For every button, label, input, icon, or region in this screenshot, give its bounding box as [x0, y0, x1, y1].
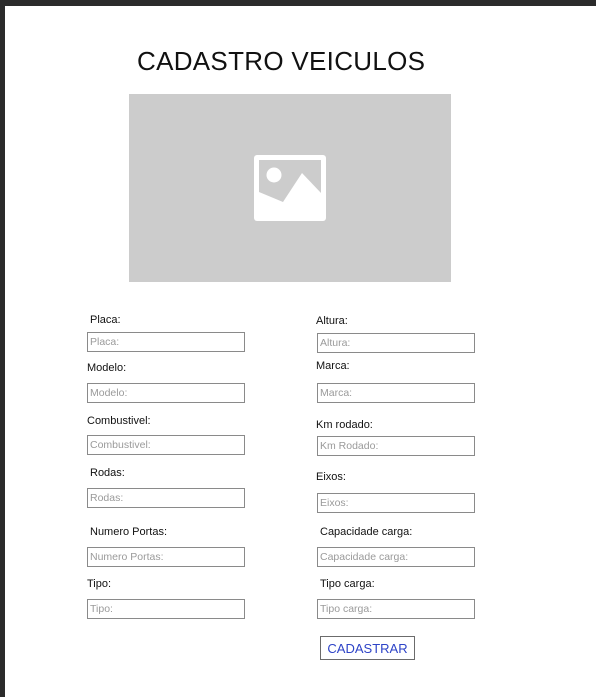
rodas-input[interactable] — [87, 488, 245, 508]
numero-portas-label: Numero Portas: — [90, 526, 168, 538]
page-title: CADASTRO VEICULOS — [137, 46, 426, 76]
capacidade-carga-input[interactable] — [317, 547, 475, 567]
placa-label: Placa: — [90, 314, 121, 326]
numero-portas-input[interactable] — [87, 547, 245, 567]
tipo-carga-input[interactable] — [317, 599, 475, 619]
combustivel-input[interactable] — [87, 435, 245, 455]
km-rodado-input[interactable] — [317, 436, 475, 456]
km-rodado-label: Km rodado: — [316, 419, 373, 431]
marca-label: Marca: — [316, 360, 350, 372]
tipo-input[interactable] — [87, 599, 245, 619]
eixos-input[interactable] — [317, 493, 475, 513]
cadastrar-button[interactable]: CADASTRAR — [320, 636, 415, 660]
tipo-carga-label: Tipo carga: — [320, 578, 375, 590]
modelo-input[interactable] — [87, 383, 245, 403]
placa-input[interactable] — [87, 332, 245, 352]
image-icon — [254, 155, 326, 221]
tipo-label: Tipo: — [87, 578, 112, 590]
altura-input[interactable] — [317, 333, 475, 353]
altura-label: Altura: — [316, 315, 348, 327]
eixos-label: Eixos: — [316, 471, 346, 483]
rodas-label: Rodas: — [90, 467, 125, 479]
combustivel-label: Combustivel: — [87, 415, 151, 427]
page-canvas: CADASTRO VEICULOS Placa: Modelo: Combust… — [5, 6, 596, 697]
marca-input[interactable] — [317, 383, 475, 403]
vehicle-image-placeholder — [129, 94, 451, 282]
capacidade-carga-label: Capacidade carga: — [320, 526, 413, 538]
modelo-label: Modelo: — [87, 362, 127, 374]
